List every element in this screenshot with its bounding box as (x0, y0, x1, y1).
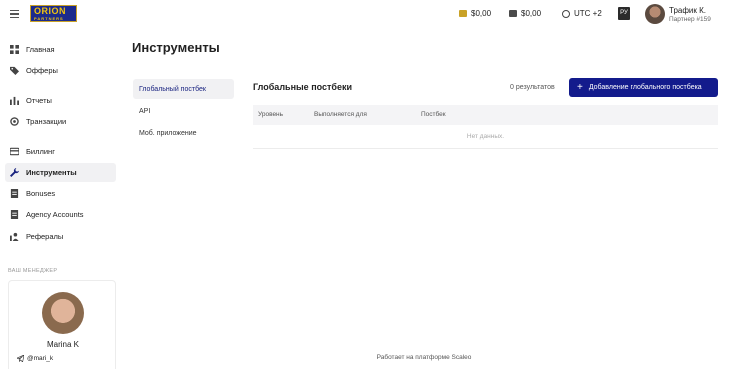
manager-section-title: ВАШ МЕНЕДЖЕР (8, 268, 58, 274)
sidebar-item-tools[interactable]: Инструменты (5, 163, 116, 182)
page-title: Инструменты (132, 40, 220, 55)
clock-icon (562, 9, 570, 18)
logo[interactable]: ORION PARTNERS (30, 5, 77, 22)
subnav-api[interactable]: API (133, 101, 234, 121)
manager-avatar (42, 292, 84, 334)
menu-icon[interactable] (10, 10, 19, 19)
table-header: Уровень Выполняется для Постбек (253, 105, 718, 125)
sidebar-item-agency-accounts[interactable]: Agency Accounts (5, 205, 116, 224)
sidebar-item-label: Отчеты (26, 96, 52, 105)
footer: Работает на платформе Scaleo (0, 354, 730, 361)
column-header-postback[interactable]: Постбек (421, 111, 446, 118)
bar-chart-icon (10, 96, 19, 105)
sidebar-item-referrals[interactable]: Рефералы (5, 227, 116, 246)
card-icon (10, 147, 19, 156)
timezone-value: UTC +2 (574, 9, 602, 18)
sidebar-item-offers[interactable]: Офферы (5, 61, 116, 80)
sidebar-item-label: Транзакции (26, 117, 67, 126)
document-icon (10, 189, 19, 198)
logo-text: ORION (34, 6, 67, 16)
wallet-gold-icon (459, 10, 467, 17)
sidebar-item-label: Главная (26, 45, 55, 54)
user-partner-id: Партнер #159 (669, 16, 711, 23)
add-global-postback-button[interactable]: + Добавление глобального постбека (569, 78, 718, 97)
sidebar-item-bonuses[interactable]: Bonuses (5, 184, 116, 203)
sidebar-item-label: Биллинг (26, 147, 55, 156)
results-count: 0 результатов (510, 84, 555, 91)
timezone[interactable]: UTC +2 (562, 9, 602, 18)
table-empty-state: Нет данных. (253, 125, 718, 149)
tag-icon (10, 66, 19, 75)
avatar[interactable] (645, 4, 665, 24)
sidebar-item-reports[interactable]: Отчеты (5, 91, 116, 110)
add-button-label: Добавление глобального постбека (588, 84, 702, 91)
footer-text: Работает на платформе Scaleo (376, 354, 472, 361)
logo-subtext: PARTNERS (34, 16, 64, 21)
top-bar: ORION PARTNERS $0,00 $0,00 UTC +2 РУ Тра… (0, 0, 730, 30)
sidebar-item-home[interactable]: Главная (5, 40, 116, 59)
document-icon (10, 210, 19, 219)
subnav-global-postback[interactable]: Глобальный постбек (133, 79, 234, 99)
sidebar-item-label: Офферы (26, 66, 58, 75)
column-header-applies-to[interactable]: Выполняется для (314, 111, 367, 118)
balance-2-value: $0,00 (521, 9, 542, 18)
wallet-dark-icon (509, 10, 517, 17)
sidebar-item-transactions[interactable]: Транзакции (5, 112, 116, 131)
subnav-mobile-app[interactable]: Моб. приложение (133, 123, 234, 143)
balance-1: $0,00 (459, 9, 491, 18)
balance-1-value: $0,00 (471, 9, 492, 18)
balance-2: $0,00 (509, 9, 541, 18)
wrench-icon (10, 168, 19, 177)
plus-icon: + (577, 81, 583, 93)
sidebar-item-billing[interactable]: Биллинг (5, 142, 116, 161)
referrals-icon (10, 232, 19, 241)
section-title: Глобальные постбеки (253, 82, 353, 92)
sidebar-item-label: Рефералы (26, 232, 64, 241)
sidebar-item-label: Bonuses (26, 189, 56, 198)
manager-name: Marina K (46, 340, 79, 349)
language-switch[interactable]: РУ (618, 7, 630, 20)
sidebar-item-label: Agency Accounts (26, 210, 84, 219)
column-header-level[interactable]: Уровень (258, 111, 283, 118)
dashboard-icon (10, 45, 19, 54)
sidebar-item-label: Инструменты (26, 168, 77, 177)
user-name[interactable]: Трафик К. (669, 6, 706, 15)
transactions-icon (10, 117, 19, 126)
